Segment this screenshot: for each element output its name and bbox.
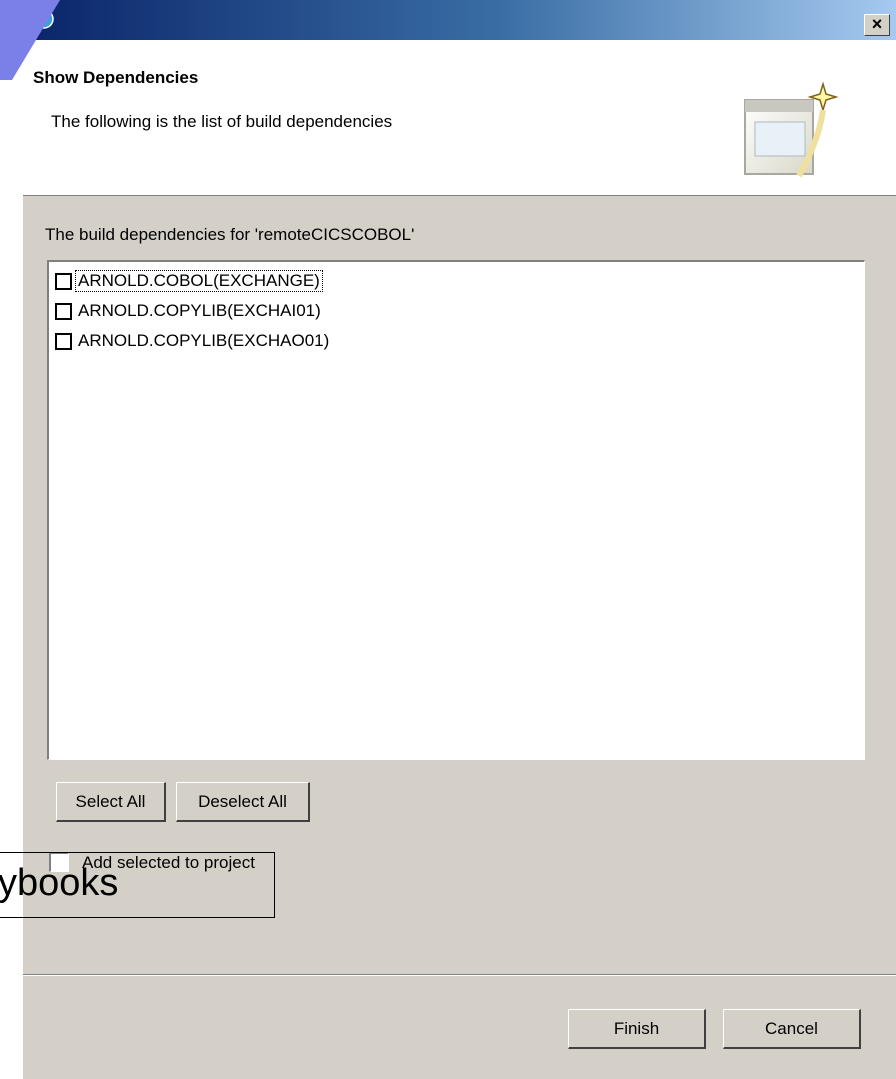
list-item-label: ARNOLD.COPYLIB(EXCHAI01) xyxy=(78,301,321,320)
dependencies-list[interactable]: ARNOLD.COBOL(EXCHANGE) ARNOLD.COPYLIB(EX… xyxy=(47,260,865,760)
item-checkbox[interactable] xyxy=(55,332,72,350)
select-all-button[interactable]: Select All xyxy=(56,782,166,822)
page-description: The following is the list of build depen… xyxy=(51,112,393,131)
finish-button[interactable]: Finish xyxy=(568,1009,706,1049)
list-item[interactable]: ARNOLD.COPYLIB(EXCHAI01) xyxy=(55,300,323,322)
list-item[interactable]: ARNOLD.COPYLIB(EXCHAO01) xyxy=(55,330,331,352)
close-button[interactable]: × xyxy=(864,14,890,36)
wizard-banner-icon xyxy=(744,81,839,178)
cancel-button[interactable]: Cancel xyxy=(723,1009,861,1049)
list-item-label: ARNOLD.COPYLIB(EXCHAO01) xyxy=(78,331,330,350)
item-checkbox[interactable] xyxy=(55,272,72,290)
wizard-header: Show Dependencies The following is the l… xyxy=(23,40,896,196)
separator xyxy=(23,974,896,976)
deselect-all-button[interactable]: Deselect All xyxy=(176,782,310,822)
list-item-label: ARNOLD.COBOL(EXCHANGE) xyxy=(75,270,323,292)
dependencies-label: The build dependencies for 'remoteCICSCO… xyxy=(45,225,415,244)
slide-corner-shape xyxy=(0,0,60,80)
title-bar: × xyxy=(23,0,896,40)
list-item[interactable]: ARNOLD.COBOL(EXCHANGE) xyxy=(55,270,323,292)
item-checkbox[interactable] xyxy=(55,302,72,320)
overlay-callout-text: ybooks xyxy=(0,862,119,904)
